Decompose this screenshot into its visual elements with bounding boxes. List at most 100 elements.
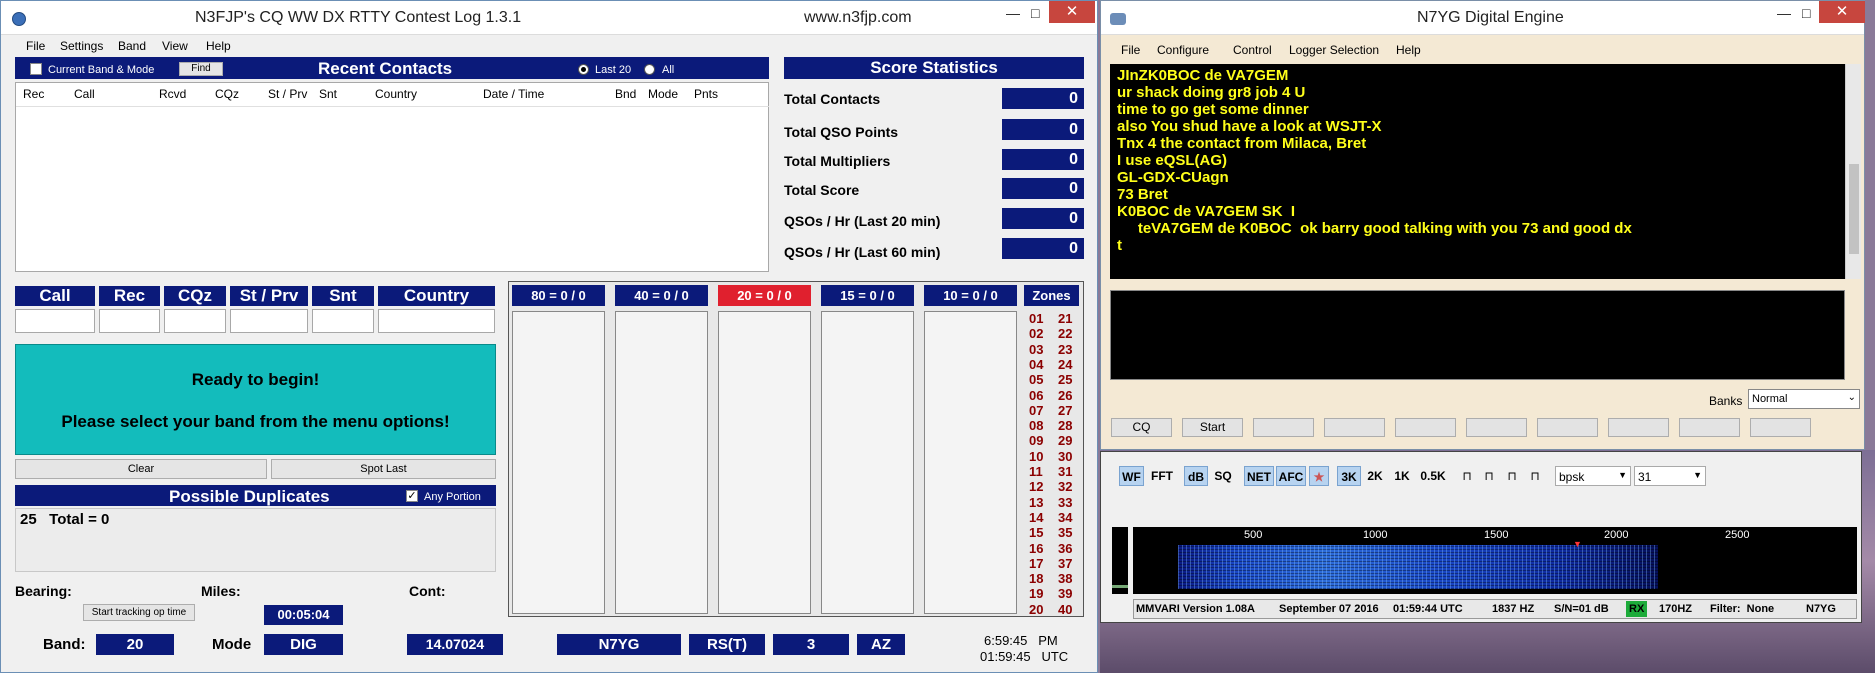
macro-button-4[interactable] [1324, 418, 1385, 437]
zone-item[interactable]: 34 [1058, 510, 1072, 525]
zone-item[interactable]: 36 [1058, 541, 1072, 556]
zone-item[interactable]: 32 [1058, 479, 1072, 494]
zone-item[interactable]: 22 [1058, 326, 1072, 341]
wf-button[interactable]: WF [1119, 466, 1144, 486]
zone-item[interactable]: 27 [1058, 403, 1072, 418]
engine-close-icon[interactable]: ✕ [1819, 1, 1865, 23]
zone-item[interactable]: 40 [1058, 602, 1072, 617]
bw-2k-button[interactable]: 2K [1363, 466, 1387, 486]
filter-shape-icon-2[interactable]: ⊓ [1480, 466, 1498, 486]
engine-maximize-icon[interactable]: □ [1802, 5, 1810, 21]
macro-button-7[interactable] [1537, 418, 1598, 437]
zone-item[interactable]: 38 [1058, 571, 1072, 586]
zone-item[interactable]: 37 [1058, 556, 1072, 571]
any-portion-checkbox[interactable]: ✓ [406, 490, 418, 502]
bw-1k-button[interactable]: 1K [1390, 466, 1414, 486]
last20-radio[interactable] [578, 64, 589, 75]
receive-text-area[interactable]: JInZK0BOC de VA7GEM ur shack doing gr8 jo… [1110, 64, 1845, 279]
zone-item[interactable]: 03 [1029, 342, 1043, 357]
zone-item[interactable]: 35 [1058, 525, 1072, 540]
mode-select[interactable]: bpsk ▼ [1555, 466, 1631, 486]
zone-item[interactable]: 39 [1058, 586, 1072, 601]
afc-button[interactable]: AFC [1276, 466, 1306, 486]
menu-band[interactable]: Band [118, 39, 146, 53]
zone-item[interactable]: 05 [1029, 372, 1043, 387]
zone-item[interactable]: 26 [1058, 388, 1072, 403]
menu-file[interactable]: File [26, 39, 45, 53]
snt-input[interactable] [312, 309, 374, 333]
cq-button[interactable]: CQ [1111, 418, 1172, 437]
macro-button-3[interactable] [1253, 418, 1314, 437]
macro-button-10[interactable] [1750, 418, 1811, 437]
receive-scrollbar[interactable] [1845, 64, 1861, 279]
col-bnd[interactable]: Bnd [615, 87, 636, 101]
antenna-icon[interactable]: ★ [1309, 466, 1329, 486]
banks-select[interactable]: Normal ⌄ [1748, 389, 1860, 409]
cqz-input[interactable] [164, 309, 226, 333]
zone-item[interactable]: 18 [1029, 571, 1043, 586]
all-radio[interactable] [644, 64, 655, 75]
zone-item[interactable]: 16 [1029, 541, 1043, 556]
zone-item[interactable]: 14 [1029, 510, 1043, 525]
maximize-icon[interactable]: □ [1031, 5, 1039, 21]
zone-item[interactable]: 23 [1058, 342, 1072, 357]
zone-item[interactable]: 20 [1029, 602, 1043, 617]
zone-item[interactable]: 24 [1058, 357, 1072, 372]
transmit-text-area[interactable] [1110, 290, 1845, 380]
macro-button-9[interactable] [1679, 418, 1740, 437]
current-band-mode-checkbox[interactable] [30, 63, 42, 75]
menu-view[interactable]: View [162, 39, 188, 53]
engine-menu-logger-selection[interactable]: Logger Selection [1289, 43, 1379, 57]
zone-item[interactable]: 30 [1058, 449, 1072, 464]
start-button[interactable]: Start [1182, 418, 1243, 437]
menu-help[interactable]: Help [206, 39, 231, 53]
band-15-list[interactable] [821, 311, 914, 614]
rec-input[interactable] [99, 309, 160, 333]
bw-05k-button[interactable]: 0.5K [1417, 466, 1449, 486]
zone-item[interactable]: 21 [1058, 311, 1072, 326]
zone-item[interactable]: 06 [1029, 388, 1043, 403]
zone-item[interactable]: 28 [1058, 418, 1072, 433]
zone-item[interactable]: 29 [1058, 433, 1072, 448]
macro-button-8[interactable] [1608, 418, 1669, 437]
col-rcvd[interactable]: Rcvd [159, 87, 186, 101]
filter-shape-icon-4[interactable]: ⊓ [1526, 466, 1544, 486]
col-cqz[interactable]: CQz [215, 87, 239, 101]
minimize-icon[interactable]: — [1006, 5, 1020, 21]
spot-last-button[interactable]: Spot Last [271, 459, 496, 479]
col-call[interactable]: Call [74, 87, 95, 101]
col-mode[interactable]: Mode [648, 87, 678, 101]
close-icon[interactable]: ✕ [1049, 1, 1095, 23]
zone-item[interactable]: 17 [1029, 556, 1043, 571]
find-button[interactable]: Find [179, 62, 223, 76]
country-input[interactable] [378, 309, 495, 333]
engine-menu-file[interactable]: File [1121, 43, 1140, 57]
zone-item[interactable]: 25 [1058, 372, 1072, 387]
call-input[interactable] [15, 309, 95, 333]
filter-shape-icon-3[interactable]: ⊓ [1503, 466, 1521, 486]
zone-item[interactable]: 01 [1029, 311, 1043, 326]
zone-item[interactable]: 15 [1029, 525, 1043, 540]
engine-menu-configure[interactable]: Configure [1157, 43, 1209, 57]
zone-item[interactable]: 19 [1029, 586, 1043, 601]
col-country[interactable]: Country [375, 87, 417, 101]
zone-item[interactable]: 04 [1029, 357, 1043, 372]
menu-settings[interactable]: Settings [60, 39, 103, 53]
clear-button[interactable]: Clear [15, 459, 267, 479]
sq-button[interactable]: SQ [1211, 466, 1235, 486]
net-button[interactable]: NET [1244, 466, 1274, 486]
zone-item[interactable]: 31 [1058, 464, 1072, 479]
engine-menu-help[interactable]: Help [1396, 43, 1421, 57]
db-button[interactable]: dB [1184, 466, 1208, 486]
zone-item[interactable]: 33 [1058, 495, 1072, 510]
macro-button-6[interactable] [1466, 418, 1527, 437]
bw-3k-button[interactable]: 3K [1337, 466, 1361, 486]
zone-item[interactable]: 02 [1029, 326, 1043, 341]
band-40-list[interactable] [615, 311, 708, 614]
zone-item[interactable]: 13 [1029, 495, 1043, 510]
zone-item[interactable]: 10 [1029, 449, 1043, 464]
zone-item[interactable]: 08 [1029, 418, 1043, 433]
engine-menu-control[interactable]: Control [1233, 43, 1272, 57]
band-10-list[interactable] [924, 311, 1017, 614]
col-snt[interactable]: Snt [319, 87, 337, 101]
